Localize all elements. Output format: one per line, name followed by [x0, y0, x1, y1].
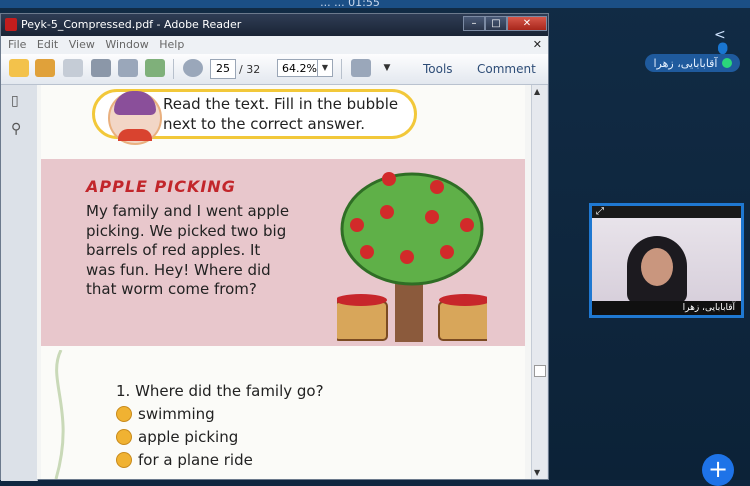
pdf-page: Read the text. Fill in the bubble next t… [41, 85, 525, 479]
menu-edit[interactable]: Edit [37, 38, 58, 51]
instruction-text: Read the text. Fill in the bubble next t… [163, 95, 399, 133]
toolbar-separator [173, 59, 174, 79]
shirt [118, 129, 152, 141]
close-button[interactable]: ✕ [507, 16, 547, 31]
adobe-reader-window: Peyk-5_Compressed.pdf - Adobe Reader – □… [0, 13, 549, 481]
story-title: APPLE PICKING [86, 177, 236, 196]
option-label: for a plane ride [138, 451, 253, 469]
page-number-input[interactable]: 25 [210, 59, 236, 79]
answer-bubble[interactable] [116, 452, 132, 468]
top-title: ... ... 01:55 [320, 0, 380, 9]
participants-icon[interactable]: <👤 [714, 27, 736, 59]
video-feed [592, 218, 741, 304]
email-icon[interactable] [118, 59, 138, 77]
scroll-thumb[interactable] [534, 365, 546, 377]
scroll-up-icon[interactable]: ▲ [534, 87, 540, 96]
hair [114, 91, 156, 115]
video-tile[interactable]: ⤢ آقابابایی، زهرا [589, 203, 744, 318]
add-button[interactable]: + [702, 454, 734, 486]
participant-chip[interactable]: آقابابایی، زهرا [645, 54, 740, 72]
chevron-down-icon[interactable]: ▼ [317, 60, 332, 76]
answer-bubble[interactable] [116, 406, 132, 422]
option-plane-ride[interactable]: for a plane ride [116, 451, 253, 469]
maximize-button[interactable]: □ [485, 16, 507, 31]
page-up-icon[interactable] [183, 59, 203, 77]
person-face [641, 248, 673, 286]
menu-file[interactable]: File [8, 38, 26, 51]
create-pdf-icon[interactable] [9, 59, 29, 77]
vertical-scrollbar[interactable]: ▲ ▼ [531, 85, 547, 479]
minimize-button[interactable]: – [463, 16, 485, 31]
window-title: Peyk-5_Compressed.pdf - Adobe Reader [21, 18, 242, 31]
title-bar: Peyk-5_Compressed.pdf - Adobe Reader – □… [1, 14, 548, 36]
comment-button[interactable]: Comment [477, 62, 536, 76]
scroll-down-icon[interactable]: ▼ [534, 468, 540, 477]
tools-button[interactable]: Tools [423, 62, 453, 76]
save-icon[interactable] [63, 59, 83, 77]
participant-chip-label: آقابابایی، زهرا [653, 56, 718, 70]
print-icon[interactable] [91, 59, 111, 77]
decorative-vine [54, 350, 65, 479]
toolbar: 25 / 32 64.2% ▼ ▼ Tools Comment [1, 54, 548, 85]
story-panel: APPLE PICKING My family and I went apple… [41, 159, 525, 346]
apple-tree-illustration [337, 172, 487, 342]
open-icon[interactable] [35, 59, 55, 77]
menu-help[interactable]: Help [159, 38, 184, 51]
fit-page-icon[interactable] [351, 59, 371, 77]
menu-view[interactable]: View [69, 38, 95, 51]
zoom-select[interactable]: 64.2% ▼ [277, 59, 333, 77]
page-total: / 32 [239, 63, 261, 76]
navigation-pane: ▯ ⚲ [1, 85, 38, 481]
zoom-value: 64.2% [282, 62, 317, 75]
menu-bar: File Edit View Window Help ✕ [1, 36, 548, 54]
option-label: apple picking [138, 428, 239, 446]
question-1: 1. Where did the family go? [116, 382, 324, 400]
option-label: swimming [138, 405, 215, 423]
more-tools-icon[interactable]: ▼ [377, 59, 397, 77]
mic-icon [721, 58, 732, 68]
review-icon[interactable] [145, 59, 165, 77]
toolbar-separator [341, 59, 342, 79]
pages-icon[interactable]: ▯ [11, 93, 27, 109]
close-document-icon[interactable]: ✕ [533, 36, 542, 54]
expand-icon[interactable]: ⤢ [596, 206, 604, 217]
story-text: My family and I went apple picking. We p… [86, 202, 290, 298]
video-name: آقابابایی، زهرا [592, 301, 741, 315]
answer-bubble[interactable] [116, 429, 132, 445]
option-apple-picking[interactable]: apple picking [116, 428, 238, 446]
document-area[interactable]: Read the text. Fill in the bubble next t… [37, 85, 531, 479]
girl-avatar [108, 91, 162, 145]
pdf-icon [5, 18, 17, 31]
attachment-icon[interactable]: ⚲ [11, 121, 27, 137]
option-swimming[interactable]: swimming [116, 405, 215, 423]
menu-window[interactable]: Window [105, 38, 148, 51]
